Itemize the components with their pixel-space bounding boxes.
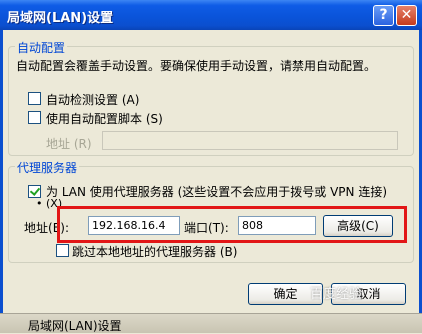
auto-config-script-label[interactable]: 使用自动配置脚本 (S) [46, 110, 163, 127]
background-window-strip: 局域网(LAN)设置 [0, 313, 422, 333]
auto-config-group-title: 自动配置 [15, 39, 68, 56]
auto-detect-checkbox[interactable] [28, 92, 41, 105]
script-address-label: 地址 (R) [46, 137, 92, 151]
title-bar[interactable]: 局域网(LAN)设置 ? ✕ [0, 0, 422, 30]
proxy-group-title: 代理服务器 [15, 159, 80, 176]
bypass-local-checkbox[interactable] [56, 244, 69, 257]
background-window-title: 局域网(LAN)设置 [28, 319, 122, 333]
auto-detect-label[interactable]: 自动检测设置 (A) [46, 91, 139, 108]
window-frame-left [0, 30, 3, 332]
watermark: 百度经验 [310, 287, 363, 302]
use-proxy-label[interactable]: 为 LAN 使用代理服务器 (这些设置不会应用于拨号或 VPN 连接) [46, 183, 387, 200]
close-button[interactable]: ✕ [396, 5, 417, 26]
script-address-input[interactable] [102, 131, 398, 150]
annotation-highlight-box [57, 206, 407, 243]
help-button[interactable]: ? [373, 5, 394, 26]
auto-config-description: 自动配置会覆盖手动设置。要确保使用手动设置，请禁用自动配置。 [16, 59, 377, 73]
window-title: 局域网(LAN)设置 [7, 11, 114, 26]
bypass-local-label[interactable]: 跳过本地地址的代理服务器 (B) [72, 243, 237, 260]
auto-config-script-checkbox[interactable] [28, 111, 41, 124]
